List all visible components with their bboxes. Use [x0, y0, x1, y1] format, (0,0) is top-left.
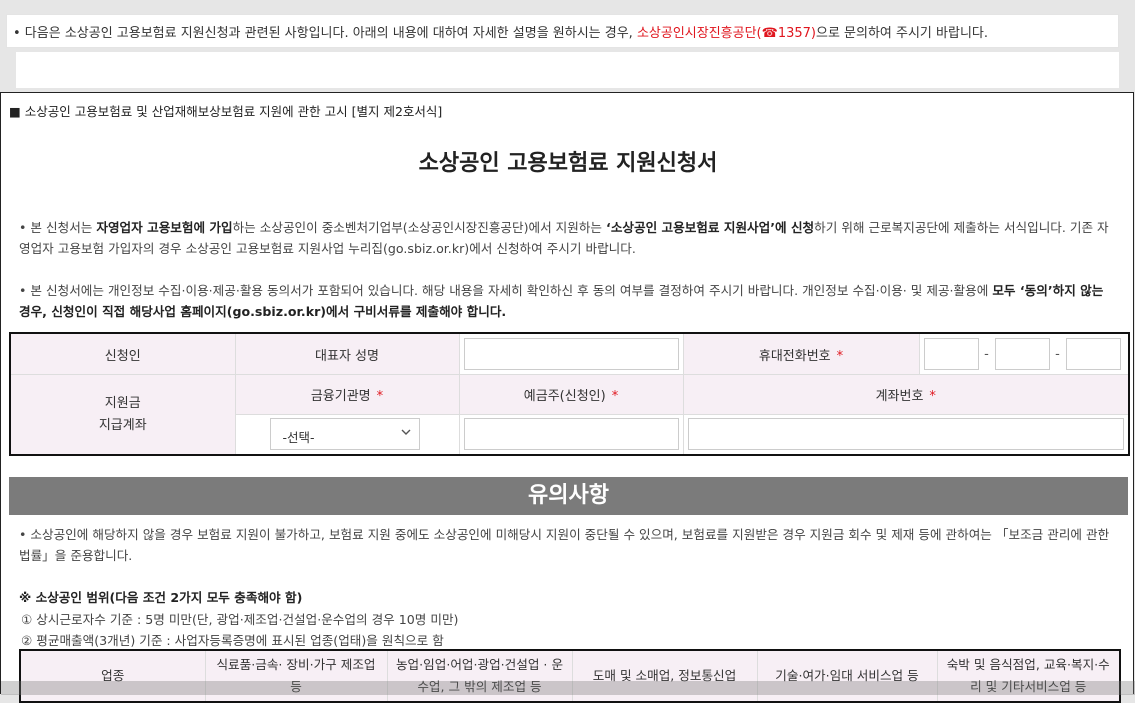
required-mark: *: [611, 388, 619, 404]
form-title: 소상공인 고용보험료 지원신청서: [418, 151, 718, 176]
phone-separator: -: [984, 346, 989, 362]
application-form: ■ 소상공인 고용보험료 및 산업재해보상보험료 지원에 관한 고시 [별지 제…: [0, 92, 1135, 703]
privacy-text: • 본 신청서에는 개인정보 수집·이용·제공·활용 동의서가 포함되어 있습니…: [19, 283, 993, 298]
bottom-overlay: [1, 681, 1135, 695]
phone-number-group: - -: [920, 338, 1129, 371]
rep-name-input[interactable]: [463, 338, 679, 371]
form-reference: ■ 소상공인 고용보험료 및 산업재해보상보험료 지원에 관한 고시 [별지 제…: [9, 104, 443, 119]
holder-label: 예금주(신청인): [523, 388, 606, 404]
intro-text-1: • 본 신청서는: [19, 220, 97, 235]
privacy-paragraph: • 본 신청서에는 개인정보 수집·이용·제공·활용 동의서가 포함되어 있습니…: [19, 280, 1117, 322]
phone-label: 휴대전화번호: [758, 348, 831, 364]
chevron-down-icon: [401, 429, 410, 436]
account-no-label: 계좌번호: [875, 388, 924, 404]
holder-input[interactable]: [463, 418, 679, 451]
bank-select-value: -선택-: [282, 430, 315, 446]
scope-item-1: ① 상시근로자수 기준 : 5명 미만(단, 광업·제조업·건설업·운수업의 경…: [21, 612, 459, 627]
account-label-line-2: 지급계좌: [98, 417, 147, 433]
inquiry-notice: • 다음은 소상공인 고용보험료 지원신청과 관련된 사항입니다. 아래의 내용…: [6, 14, 1119, 48]
page-background: [16, 52, 1119, 88]
bank-label-cell: 금융기관명 *: [234, 374, 460, 415]
account-label: 지원금 지급계좌: [9, 374, 236, 456]
applicant-label: 신청인: [9, 332, 236, 376]
holder-label-cell: 예금주(신청인) *: [458, 374, 684, 415]
intro-bold-2: ‘소상공인 고용보험료 지원사업’에 신청: [606, 220, 815, 235]
form-intro-paragraph: • 본 신청서는 자영업자 고용보험에 가입하는 소상공인이 중소벤처기업부(소…: [19, 217, 1117, 259]
notice-text-end: 으로 문의하여 주시기 바랍니다.: [815, 26, 988, 41]
scope-item-2: ② 평균매출액(3개년) 기준 : 사업자등록증명에 표시된 업종(업태)을 원…: [21, 633, 444, 648]
phone-label-cell: 휴대전화번호 *: [682, 332, 920, 376]
phone-separator: -: [1055, 346, 1060, 362]
notes-paragraph: • 소상공인에 해당하지 않을 경우 보험료 지원이 불가하고, 보험료 지원 …: [19, 527, 1110, 563]
intro-bold-1: 자영업자 고용보험에 가입: [96, 220, 233, 235]
bank-label: 금융기관명: [310, 388, 371, 404]
notice-text: • 다음은 소상공인 고용보험료 지원신청과 관련된 사항입니다. 아래의 내용…: [13, 26, 637, 41]
account-no-input[interactable]: [687, 418, 1124, 451]
required-mark: *: [836, 348, 844, 364]
scope-title: ※ 소상공인 범위(다음 조건 2가지 모두 충족해야 함): [19, 590, 303, 605]
phone-part-3-input[interactable]: [1065, 338, 1121, 371]
account-no-label-cell: 계좌번호 *: [682, 374, 1130, 415]
required-mark: *: [929, 388, 936, 404]
required-mark: *: [376, 388, 384, 404]
applicant-table: 신청인 대표자 성명 휴대전화번호 * - - 지원금 지급계좌 금융기관명 *…: [9, 332, 1130, 456]
phone-part-1-input[interactable]: [923, 338, 979, 371]
account-label-line-1: 지원금: [104, 395, 141, 411]
intro-text-2: 하는 소상공인이 중소벤처기업부(소상공인시장진흥공단)에서 지원하는: [232, 220, 607, 235]
bank-select[interactable]: -선택-: [269, 418, 420, 451]
phone-part-2-input[interactable]: [994, 338, 1050, 371]
agency-contact: 소상공인시장진흥공단(☎1357): [636, 26, 816, 41]
rep-name-label: 대표자 성명: [234, 332, 460, 376]
notes-section-title: 유의사항: [9, 477, 1128, 515]
